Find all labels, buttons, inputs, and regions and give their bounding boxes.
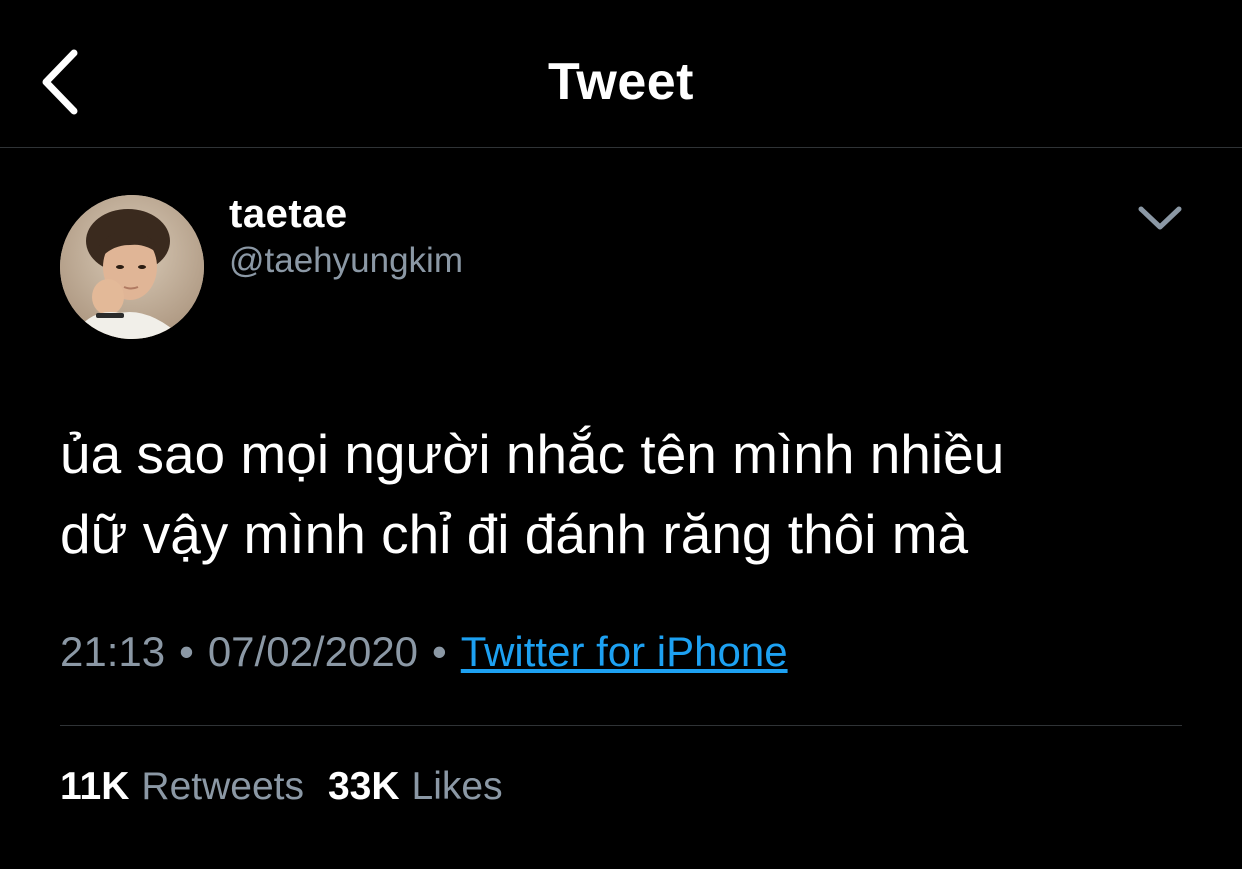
tweet-source-link[interactable]: Twitter for iPhone [461, 628, 788, 675]
tweet-meta: 21:13 • 07/02/2020 • Twitter for iPhone [60, 622, 788, 682]
retweets-label: Retweets [141, 765, 304, 808]
top-nav-bar: Tweet [0, 0, 1242, 148]
chevron-down-icon [1138, 206, 1182, 230]
retweets-count: 11K [60, 765, 130, 808]
tweet-time: 21:13 [60, 628, 166, 675]
tweet-options-button[interactable] [1132, 196, 1188, 240]
tweet-text-line: ủa sao mọi người nhắc tên mình nhiều [60, 423, 1005, 485]
author-display-name[interactable]: taetae [229, 190, 348, 238]
divider [60, 725, 1182, 726]
meta-separator: • [432, 628, 447, 675]
likes-count: 33K [327, 765, 400, 808]
likes-label: Likes [411, 765, 503, 808]
tweet-text: ủa sao mọi người nhắc tên mình nhiều dữ … [60, 414, 1180, 574]
tweet-detail-screen: Tweet taetae @taehyungkim ủa sao mọi ngư… [0, 0, 1242, 869]
retweets-stat[interactable]: 11K Retweets [60, 762, 304, 812]
likes-stat[interactable]: 33K Likes [328, 762, 503, 812]
meta-separator: • [179, 628, 194, 675]
page-title: Tweet [547, 53, 694, 111]
tweet-stats: 11K Retweets 33K Likes [60, 762, 503, 812]
author-handle[interactable]: @taehyungkim [229, 239, 463, 283]
profile-photo [60, 195, 204, 339]
avatar[interactable] [60, 195, 204, 339]
tweet-date: 07/02/2020 [207, 628, 419, 675]
tweet-text-line: dữ vậy mình chỉ đi đánh răng thôi mà [60, 503, 969, 565]
